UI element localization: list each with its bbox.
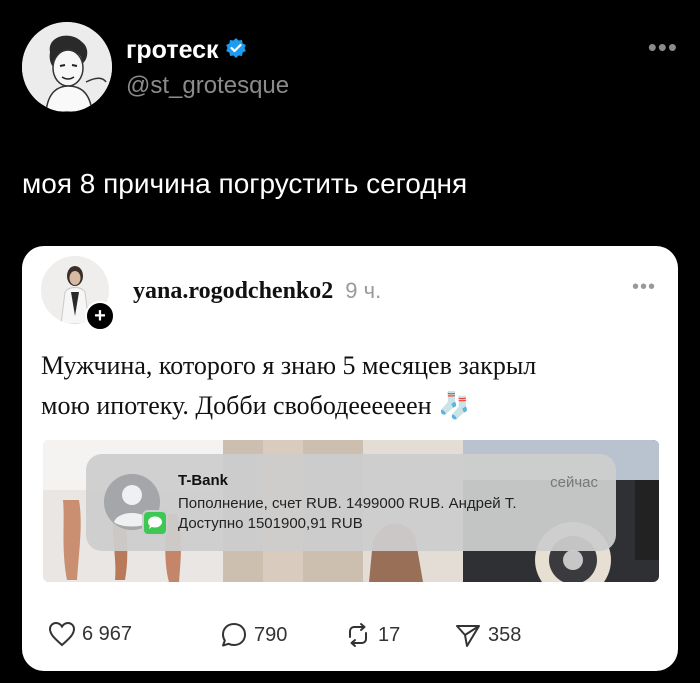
notification-time: сейчас <box>550 474 598 491</box>
embedded-post-card[interactable]: + yana.rogodchenko2 9 ч. ••• Мужчина, ко… <box>22 246 678 671</box>
heart-icon <box>48 621 76 647</box>
notification-body: Пополнение, счет RUB. 1499000 RUB. Андре… <box>178 494 517 534</box>
display-name[interactable]: гротеск <box>126 36 219 65</box>
embedded-text-line-2: мою ипотеку. Добби свободеееееен <box>41 391 432 420</box>
user-handle[interactable]: @st_grotesque <box>126 72 289 100</box>
share-count: 358 <box>488 623 522 646</box>
repost-button[interactable]: 17 <box>344 621 400 649</box>
messages-app-icon <box>142 510 168 536</box>
action-bar: 6 967 790 17 358 <box>48 621 668 655</box>
share-button[interactable]: 358 <box>454 621 521 649</box>
follow-plus-icon[interactable]: + <box>85 301 115 331</box>
like-count: 6 967 <box>82 622 133 645</box>
embedded-text-line-1: Мужчина, которого я знаю 5 месяцев закры… <box>41 351 537 380</box>
repost-icon <box>344 621 372 649</box>
tweet-text: моя 8 причина погрустить сегодня <box>22 168 468 199</box>
bank-notification[interactable]: T-Bank сейчас Пополнение, счет RUB. 1499… <box>86 454 616 551</box>
embedded-post-text: Мужчина, которого я знаю 5 месяцев закры… <box>41 346 651 426</box>
comment-button[interactable]: 790 <box>220 621 287 649</box>
embedded-timestamp: 9 ч. <box>345 278 382 303</box>
comment-count: 790 <box>254 623 288 646</box>
like-button[interactable]: 6 967 <box>48 621 132 647</box>
more-horizontal-icon[interactable]: ••• <box>648 32 678 63</box>
tweet-header: гротеск @st_grotesque ••• <box>22 22 678 114</box>
repost-count: 17 <box>378 623 401 646</box>
embedded-username[interactable]: yana.rogodchenko2 <box>133 278 333 305</box>
sock-emoji: 🧦 <box>438 391 471 420</box>
avatar[interactable] <box>22 22 112 112</box>
verified-badge-icon <box>225 37 247 64</box>
send-icon <box>454 621 482 649</box>
notification-title: T-Bank <box>178 472 229 489</box>
comment-bubble-icon <box>220 621 248 649</box>
notification-line-2: Доступно 1501900,91 RUB <box>178 515 363 532</box>
notification-line-1: Пополнение, счет RUB. 1499000 RUB. Андре… <box>178 495 517 512</box>
embedded-more-icon[interactable]: ••• <box>632 276 656 299</box>
